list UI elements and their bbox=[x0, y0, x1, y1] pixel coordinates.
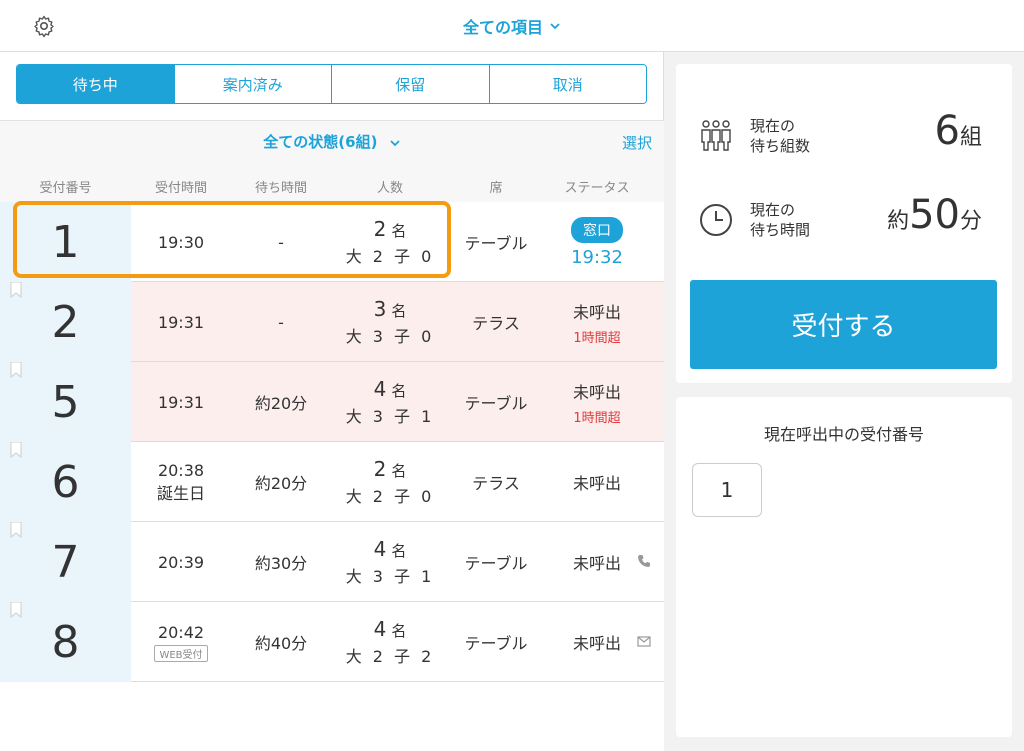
row-seat: テラス bbox=[472, 474, 520, 493]
waiting-groups-stat: 現在の 待ち組数 6組 bbox=[676, 104, 1012, 164]
queue-pane: 待ち中 案内済み 保留 取消 全ての状態(6組) 選択 受付番号 受付時間 待ち… bbox=[0, 52, 664, 751]
row-seat: テーブル bbox=[464, 634, 528, 653]
table-row[interactable]: 2 19:31 - 3 名 大 3 子 0 テラス 未呼出 1時間超 bbox=[0, 282, 664, 362]
tab-guided[interactable]: 案内済み bbox=[174, 65, 332, 103]
waiting-groups-value: 6組 bbox=[934, 108, 982, 154]
row-seat: テラス bbox=[472, 314, 520, 333]
row-people: 3 名 大 3 子 0 bbox=[345, 297, 435, 346]
row-status: 未呼出 1時間超 bbox=[572, 382, 621, 426]
row-status: 窓口 19:32 bbox=[543, 202, 651, 282]
table-row[interactable]: 6 20:38 誕生日 約20分 2 名 大 2 子 0 テラス 未呼出 bbox=[0, 442, 664, 522]
row-wait: 約40分 bbox=[254, 634, 308, 653]
row-people: 2 名 大 2 子 0 bbox=[345, 217, 435, 266]
column-header-people: 人数 bbox=[376, 181, 403, 196]
status-filter-label: 全ての状態(6組) bbox=[263, 133, 378, 151]
row-people: 4 名 大 3 子 1 bbox=[345, 537, 435, 586]
bookmark-icon[interactable] bbox=[10, 362, 22, 378]
row-people: 4 名 大 2 子 2 bbox=[345, 617, 435, 666]
row-note: 誕生日 bbox=[156, 483, 205, 503]
web-reception-tag: WEB受付 bbox=[154, 644, 208, 662]
column-header-seat: 席 bbox=[489, 181, 503, 196]
row-people: 2 名 大 2 子 0 bbox=[345, 457, 435, 506]
waiting-time-stat: 現在の 待ち時間 約50分 bbox=[676, 188, 1012, 248]
select-button[interactable]: 選択 bbox=[622, 132, 652, 153]
row-seat: テーブル bbox=[464, 234, 528, 253]
calling-card: 現在呼出中の受付番号 1 bbox=[676, 397, 1012, 737]
bookmark-icon[interactable] bbox=[10, 442, 22, 458]
column-header-wait: 待ち時間 bbox=[254, 181, 307, 196]
row-wait: 約30分 bbox=[254, 554, 308, 573]
register-button[interactable]: 受付する bbox=[690, 280, 997, 369]
row-people: 4 名 大 3 子 1 bbox=[345, 377, 435, 426]
row-status: 未呼出 bbox=[572, 634, 621, 653]
waiting-time-label: 現在の 待ち時間 bbox=[750, 201, 811, 239]
column-header-status: ステータス bbox=[564, 181, 630, 196]
row-time: 19:31 bbox=[157, 392, 205, 412]
row-seat: テーブル bbox=[464, 394, 528, 413]
phone-icon[interactable] bbox=[637, 554, 651, 568]
column-header-number: 受付番号 bbox=[39, 181, 92, 196]
header-title-dropdown[interactable]: 全ての項目 bbox=[0, 0, 1024, 52]
row-time: 19:30 bbox=[157, 232, 205, 252]
row-wait: 約20分 bbox=[254, 474, 308, 493]
calling-title: 現在呼出中の受付番号 bbox=[763, 425, 924, 444]
chevron-down-icon bbox=[550, 23, 560, 30]
tab-waiting[interactable]: 待ち中 bbox=[17, 65, 175, 103]
row-time: 20:39 bbox=[157, 552, 205, 572]
table-row[interactable]: 8 20:42 WEB受付 約40分 4 名 大 2 子 2 テーブル 未呼出 bbox=[0, 602, 664, 682]
row-wait: - bbox=[278, 232, 284, 252]
status-badge: 窓口 bbox=[571, 216, 623, 243]
header-title: 全ての項目 bbox=[462, 18, 543, 37]
status-time: 19:32 bbox=[571, 246, 623, 268]
column-headers: 受付番号 受付時間 待ち時間 人数 席 ステータス bbox=[0, 177, 664, 201]
table-row[interactable]: 7 20:39 約30分 4 名 大 3 子 1 テーブル 未呼出 bbox=[0, 522, 664, 602]
row-status: 未呼出 bbox=[572, 554, 621, 573]
row-status: 未呼出 bbox=[572, 474, 621, 493]
overtime-warning: 1時間超 bbox=[573, 410, 621, 426]
row-seat: テーブル bbox=[464, 554, 528, 573]
tab-on-hold[interactable]: 保留 bbox=[332, 65, 490, 103]
bookmark-icon[interactable] bbox=[10, 522, 22, 538]
people-group-icon bbox=[701, 120, 731, 151]
tab-cancelled[interactable]: 取消 bbox=[489, 65, 646, 103]
clock-icon bbox=[700, 204, 732, 236]
table-row[interactable]: 5 19:31 約20分 4 名 大 3 子 1 テーブル 未呼出 1時間超 bbox=[0, 362, 664, 442]
column-header-time: 受付時間 bbox=[154, 181, 207, 196]
row-wait: - bbox=[278, 312, 284, 332]
status-filter-dropdown[interactable]: 全ての状態(6組) bbox=[0, 131, 664, 152]
bookmark-icon[interactable] bbox=[10, 282, 22, 298]
calling-number[interactable]: 1 bbox=[692, 463, 762, 517]
list-empty-area bbox=[0, 682, 664, 751]
row-time: 19:31 bbox=[157, 312, 205, 332]
top-bar: 全ての項目 bbox=[0, 0, 1024, 52]
table-row[interactable]: 1 19:30 - 2 名 大 2 子 0 テーブル 窓口 19:32 bbox=[0, 202, 664, 282]
waiting-time-value: 約50分 bbox=[887, 192, 982, 238]
summary-card: 現在の 待ち組数 6組 現在の 待ち時間 約50分 受付する bbox=[676, 64, 1012, 383]
row-wait: 約20分 bbox=[254, 394, 308, 413]
bookmark-icon[interactable] bbox=[10, 602, 22, 618]
mail-icon[interactable] bbox=[637, 634, 651, 648]
row-status: 未呼出 1時間超 bbox=[572, 302, 621, 346]
status-tabs: 待ち中 案内済み 保留 取消 bbox=[16, 64, 647, 104]
waiting-groups-label: 現在の 待ち組数 bbox=[750, 117, 811, 155]
chevron-down-icon bbox=[390, 139, 400, 146]
overtime-warning: 1時間超 bbox=[573, 330, 621, 346]
row-time: 20:38 誕生日 bbox=[156, 460, 205, 503]
row-time: 20:42 WEB受付 bbox=[131, 602, 231, 682]
row-number: 1 bbox=[0, 202, 131, 282]
